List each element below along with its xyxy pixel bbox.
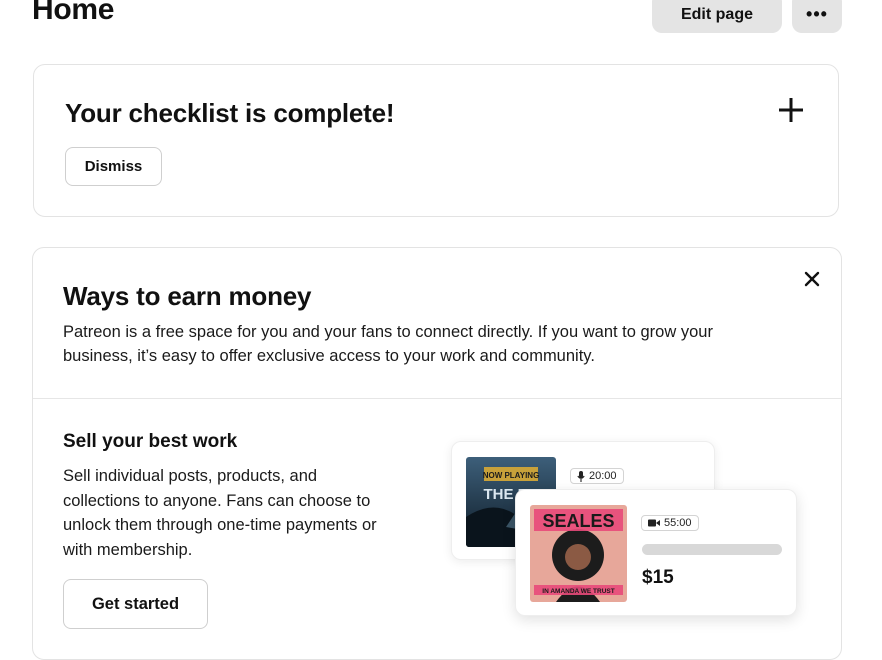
earn-description: Patreon is a free space for you and your… (63, 323, 713, 365)
plus-icon[interactable] (778, 97, 804, 123)
video-thumb-title: SEALES (542, 511, 614, 531)
video-duration-badge: 55:00 (641, 515, 699, 531)
earn-title: Ways to earn money (63, 281, 312, 311)
edit-page-button[interactable]: Edit page (652, 0, 782, 33)
sell-description: Sell individual posts, products, and col… (63, 467, 377, 559)
video-thumbnail: SEALES IN AMANDA WE TRUST (530, 505, 627, 602)
more-dots-icon: ••• (806, 4, 828, 24)
video-thumb-caption: IN AMANDA WE TRUST (542, 588, 614, 595)
checklist-card: Your checklist is complete! Dismiss (33, 64, 839, 217)
video-duration: 55:00 (664, 517, 692, 529)
audio-duration: 20:00 (589, 470, 617, 482)
dismiss-button[interactable]: Dismiss (65, 147, 162, 186)
more-options-button[interactable]: ••• (792, 0, 842, 33)
audio-thumb-label: NOW PLAYING (483, 471, 540, 480)
audio-duration-badge: 20:00 (570, 468, 624, 484)
progress-bar (642, 544, 782, 555)
price-label: $15 (642, 567, 674, 588)
checklist-title: Your checklist is complete! (65, 98, 395, 128)
get-started-button[interactable]: Get started (63, 579, 208, 629)
earn-money-card: Ways to earn money Patreon is a free spa… (32, 247, 842, 660)
home-page: Home Edit page ••• Your checklist is com… (0, 0, 882, 660)
sell-title: Sell your best work (63, 431, 238, 452)
divider (33, 398, 841, 399)
illustration-video-card: SEALES IN AMANDA WE TRUST 55:00 $15 (515, 489, 797, 616)
video-camera-icon (648, 519, 660, 527)
close-icon[interactable] (803, 270, 821, 288)
microphone-icon (577, 470, 585, 482)
page-title: Home (32, 0, 115, 26)
